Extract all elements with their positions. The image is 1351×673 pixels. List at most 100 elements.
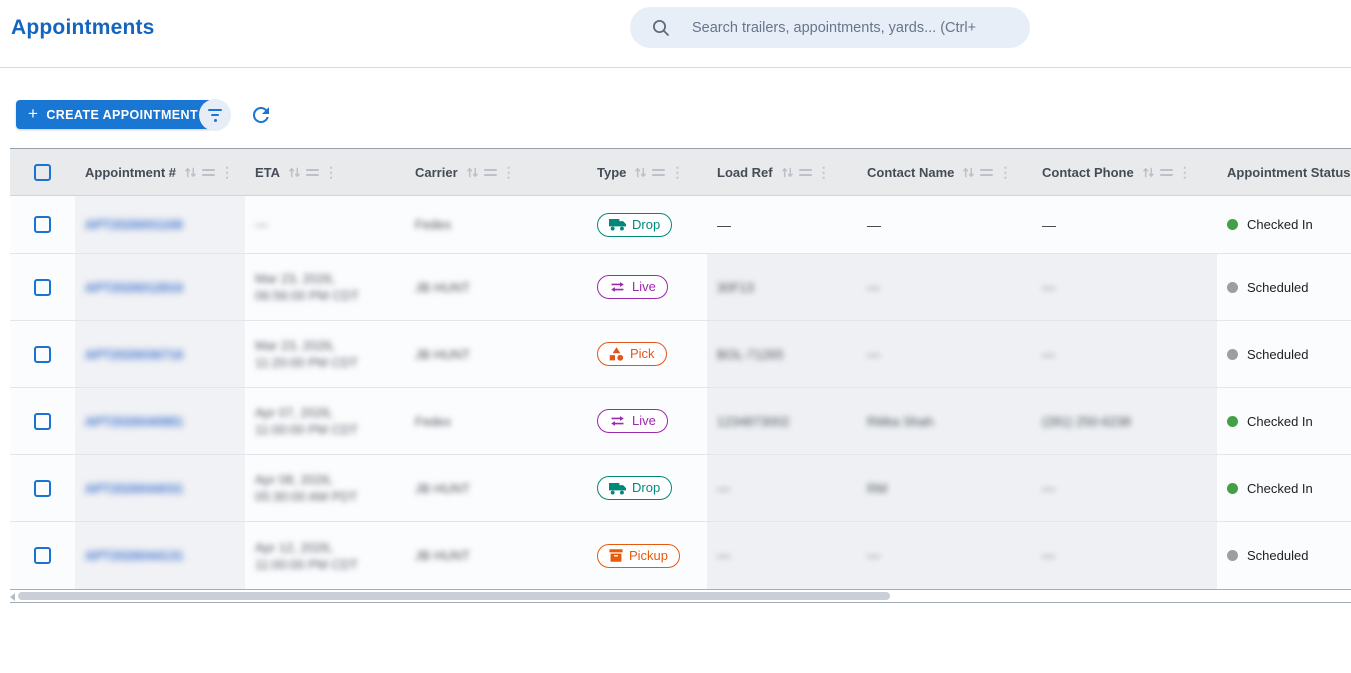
contact-name-value: RM	[867, 481, 887, 496]
status-dot-icon	[1227, 219, 1238, 230]
status-dot-icon	[1227, 349, 1238, 360]
table-row[interactable]: APT2026044031 Apr 08, 2026,05:30:00 AM P…	[10, 455, 1351, 522]
column-more-icon[interactable]: ⋮	[817, 165, 831, 179]
column-header-status[interactable]: Appointment Status	[1217, 149, 1351, 195]
appointment-link[interactable]: APT2026040881	[85, 414, 183, 429]
status-badge: Checked In	[1227, 414, 1313, 429]
scroll-left-arrow-icon[interactable]	[10, 593, 15, 601]
type-label: Drop	[632, 480, 660, 496]
appointment-link[interactable]: APT2026036716	[85, 347, 183, 362]
eta-value: Apr 08, 2026,	[255, 471, 358, 488]
sort-icon[interactable]	[466, 166, 479, 179]
column-menu-icon[interactable]	[484, 169, 497, 176]
column-menu-icon[interactable]	[799, 169, 812, 176]
row-checkbox[interactable]	[34, 216, 51, 233]
column-more-icon[interactable]: ⋮	[998, 165, 1012, 179]
select-all-checkbox[interactable]	[34, 164, 51, 181]
column-menu-icon[interactable]	[306, 169, 319, 176]
column-label: Contact Phone	[1042, 165, 1134, 180]
column-menu-icon[interactable]	[202, 169, 215, 176]
sort-icon[interactable]	[781, 166, 794, 179]
contact-phone-value: —	[1042, 548, 1055, 563]
row-checkbox[interactable]	[34, 413, 51, 430]
column-menu-icon[interactable]	[1160, 169, 1173, 176]
filter-button[interactable]	[199, 99, 231, 131]
contact-name-value: —	[867, 217, 881, 233]
column-more-icon[interactable]: ⋮	[1178, 165, 1192, 179]
status-badge: Scheduled	[1227, 280, 1308, 295]
horizontal-scrollbar-thumb[interactable]	[18, 592, 890, 600]
sort-icon[interactable]	[184, 166, 197, 179]
type-label: Drop	[632, 217, 660, 233]
filter-icon	[208, 109, 222, 122]
row-checkbox[interactable]	[34, 279, 51, 296]
column-label: ETA	[255, 165, 280, 180]
column-more-icon[interactable]: ⋮	[502, 165, 516, 179]
appointment-link[interactable]: APT2026001168	[85, 217, 183, 232]
sort-icon[interactable]	[288, 166, 301, 179]
contact-name-value: —	[867, 280, 880, 295]
contact-name-value: —	[867, 548, 880, 563]
sort-icon[interactable]	[962, 166, 975, 179]
sort-icon[interactable]	[634, 166, 647, 179]
carrier-value: Fedex	[415, 217, 451, 232]
load-ref-value: BOL-71265	[717, 347, 784, 362]
column-more-icon[interactable]: ⋮	[324, 165, 338, 179]
appointment-link[interactable]: APT2026044031	[85, 481, 183, 496]
contact-name-value: Ritika Shah	[867, 414, 933, 429]
table-header-row: Appointment # ⋮ ETA ⋮ Carrier ⋮	[10, 148, 1351, 196]
page-title: Appointments	[11, 16, 155, 40]
carrier-value: Fedex	[415, 414, 451, 429]
table-row[interactable]: APT2026044131 Apr 12, 2026,11:00:00 PM C…	[10, 522, 1351, 589]
status-dot-icon	[1227, 416, 1238, 427]
column-header-carrier[interactable]: Carrier ⋮	[405, 149, 585, 195]
swap-arrows-icon	[609, 281, 626, 293]
search-placeholder: Search trailers, appointments, yards... …	[692, 20, 976, 36]
refresh-button[interactable]	[248, 103, 274, 129]
column-header-contact-phone[interactable]: Contact Phone ⋮	[1032, 149, 1217, 195]
horizontal-scrollbar[interactable]	[10, 589, 1351, 603]
column-menu-icon[interactable]	[652, 169, 665, 176]
type-badge-drop: Drop	[597, 476, 672, 500]
contact-phone-value: —	[1042, 347, 1055, 362]
table-row[interactable]: APT2026036716 Mar 23, 2026,11:20:00 PM C…	[10, 321, 1351, 388]
contact-name-value: —	[867, 347, 880, 362]
sort-icon[interactable]	[1142, 166, 1155, 179]
appointment-link[interactable]: APT2026012816	[85, 280, 183, 295]
search-input[interactable]: Search trailers, appointments, yards... …	[630, 7, 1030, 48]
column-header-appointment[interactable]: Appointment # ⋮	[75, 149, 245, 195]
status-badge: Scheduled	[1227, 347, 1308, 362]
column-header-load-ref[interactable]: Load Ref ⋮	[707, 149, 857, 195]
eta-value: Mar 23, 2026,	[255, 337, 358, 354]
create-appointment-label: CREATE APPOINTMENT	[46, 108, 198, 122]
eta-value: Apr 07, 2026,	[255, 404, 358, 421]
refresh-icon	[249, 103, 273, 127]
status-label: Checked In	[1247, 414, 1313, 429]
column-label: Load Ref	[717, 165, 773, 180]
table-row[interactable]: APT2026040881 Apr 07, 2026,11:00:00 PM C…	[10, 388, 1351, 455]
box-icon	[609, 549, 623, 562]
table-row[interactable]: APT2026012816 Mar 23, 2026,06:56:00 PM C…	[10, 254, 1351, 321]
appointments-table: Appointment # ⋮ ETA ⋮ Carrier ⋮	[10, 148, 1351, 603]
status-label: Scheduled	[1247, 548, 1308, 563]
column-more-icon[interactable]: ⋮	[220, 165, 234, 179]
column-more-icon[interactable]: ⋮	[670, 165, 684, 179]
status-badge: Scheduled	[1227, 548, 1308, 563]
row-checkbox[interactable]	[34, 547, 51, 564]
create-appointment-button[interactable]: + CREATE APPOINTMENT	[16, 100, 214, 129]
row-checkbox[interactable]	[34, 480, 51, 497]
column-header-type[interactable]: Type ⋮	[585, 149, 707, 195]
contact-phone-value: —	[1042, 217, 1056, 233]
table-row[interactable]: APT2026001168 — Fedex Drop — — — Checked…	[10, 196, 1351, 254]
appointment-link[interactable]: APT2026044131	[85, 548, 183, 563]
load-ref-value: 1234873002	[717, 414, 789, 429]
type-badge-pick: Pick	[597, 342, 667, 366]
column-header-eta[interactable]: ETA ⋮	[245, 149, 405, 195]
row-checkbox[interactable]	[34, 346, 51, 363]
column-header-contact-name[interactable]: Contact Name ⋮	[857, 149, 1032, 195]
type-label: Live	[632, 279, 656, 295]
eta-value: Mar 23, 2026,	[255, 270, 359, 287]
eta-value: Apr 12, 2026,	[255, 539, 358, 556]
carrier-value: JB HUNT	[415, 347, 470, 362]
column-menu-icon[interactable]	[980, 169, 993, 176]
